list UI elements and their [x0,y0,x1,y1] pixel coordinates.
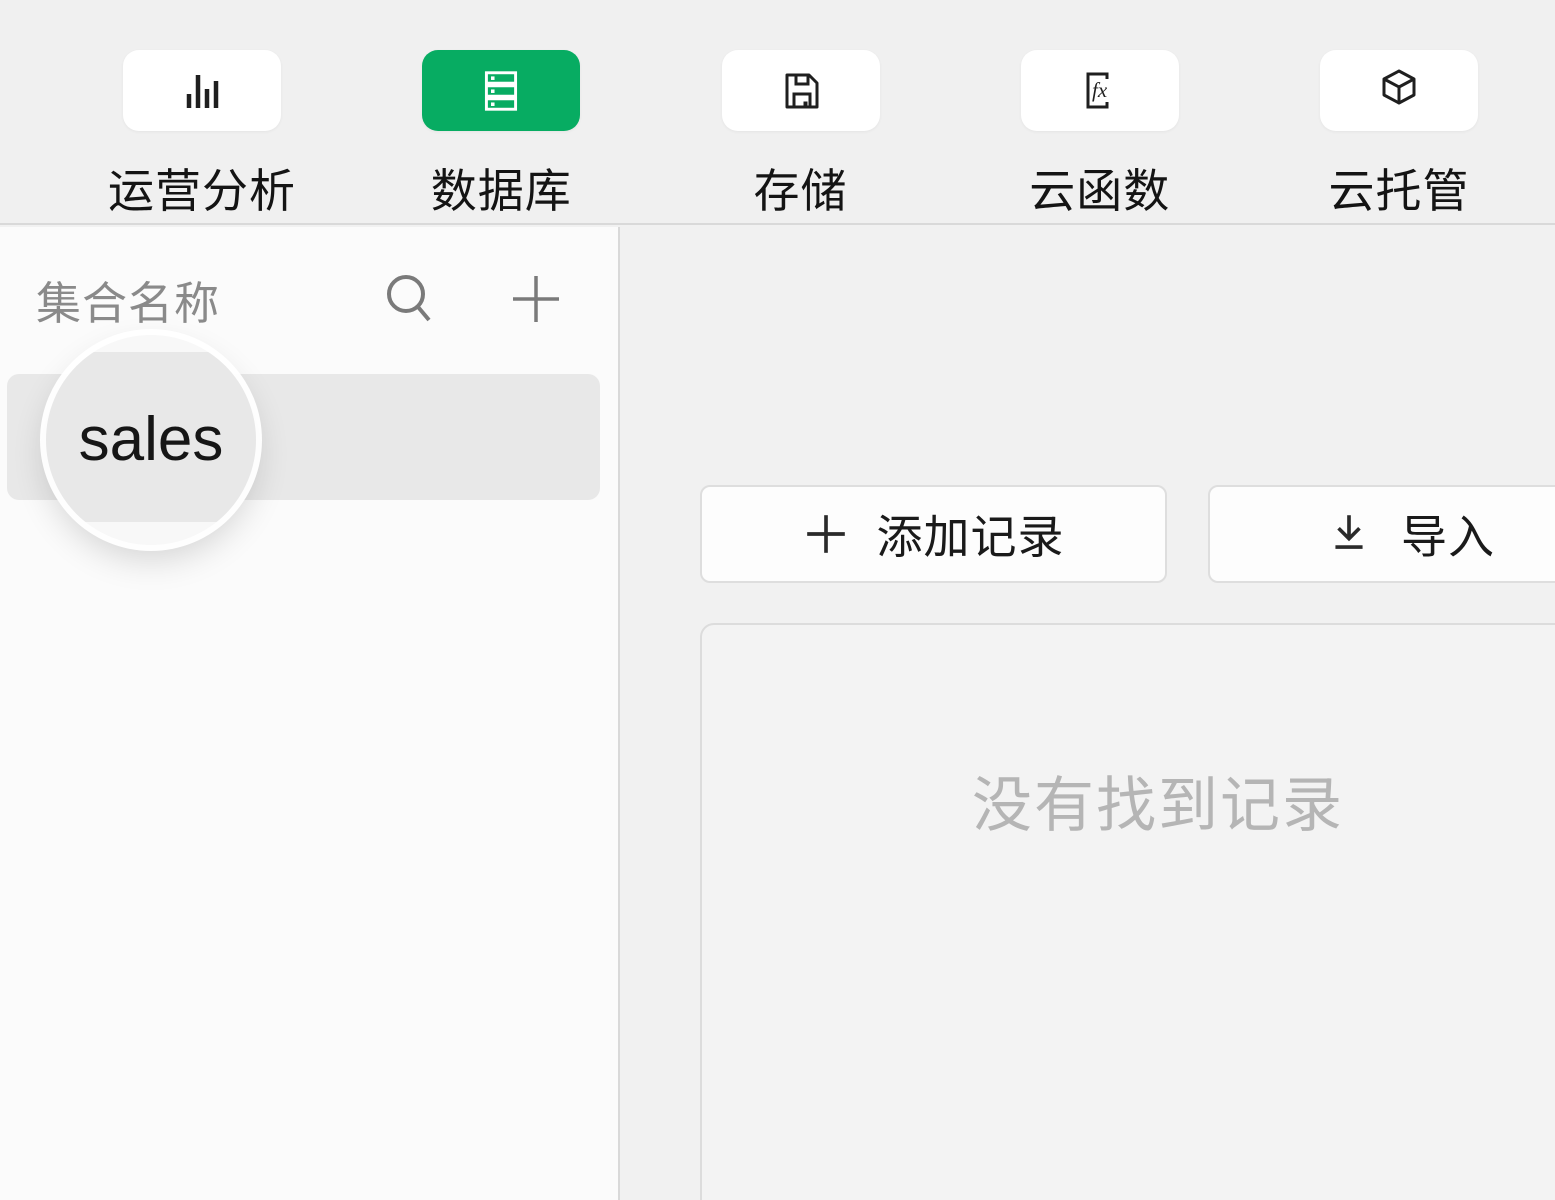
tab-cloud-hosting-card [1320,50,1478,131]
tab-label: 云函数 [1029,155,1170,221]
tab-storage-card [722,50,880,131]
plus-icon [803,511,849,557]
tab-operations-analysis-card [123,50,281,131]
search-icon[interactable] [384,271,436,327]
tab-cloud-functions-card: fx [1021,50,1179,131]
tab-cloud-hosting[interactable]: 云托管 [1319,50,1479,223]
add-record-button[interactable]: 添加记录 [700,485,1167,583]
tab-label: 数据库 [431,155,572,221]
magnifier-loupe: sales [46,335,256,545]
tab-database[interactable]: 数据库 [421,50,581,223]
save-icon [775,65,827,117]
collections-sidebar: 集合名称 sales sales [0,227,620,1200]
download-icon [1325,510,1373,558]
function-icon: fx [1074,65,1126,117]
top-toolbar: 运营分析 数据库 [0,0,1555,225]
tab-label: 存储 [754,155,848,221]
cube-icon [1373,65,1425,117]
sidebar-header: 集合名称 [36,271,562,327]
tab-label: 云托管 [1329,155,1470,221]
tab-cloud-functions[interactable]: fx 云函数 [1020,50,1180,223]
sidebar-title: 集合名称 [36,267,384,332]
database-icon [476,66,526,116]
records-main-area: 添加记录 导入 没有找到记录 [622,227,1555,1200]
tab-database-card [422,50,580,131]
bar-chart-icon [176,65,228,117]
tab-storage[interactable]: 存储 [721,50,881,223]
empty-state-message: 没有找到记录 [702,757,1555,844]
add-collection-button[interactable] [510,273,562,325]
tab-operations-analysis[interactable]: 运营分析 [122,50,282,223]
tab-label: 运营分析 [108,155,296,221]
records-panel: 没有找到记录 [700,623,1555,1200]
add-record-label: 添加记录 [877,501,1065,567]
import-button[interactable]: 导入 [1208,485,1555,583]
svg-text:fx: fx [1092,78,1108,102]
import-label: 导入 [1401,501,1495,567]
magnifier-text: sales [46,335,256,545]
